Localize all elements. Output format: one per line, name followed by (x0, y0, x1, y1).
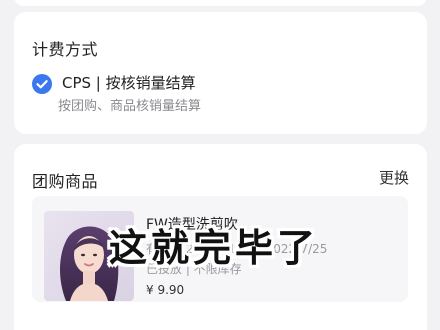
page: 计费方式 CPS | 按核销量结算 按团购、商品核销量结算 团购商品 更换 FW… (0, 0, 440, 330)
billing-title: 计费方式 (32, 40, 99, 59)
top-card (14, 0, 427, 6)
video-caption-overlay: 这就完毕了 (109, 226, 320, 270)
billing-card: 计费方式 CPS | 按核销量结算 按团购、商品核销量结算 (14, 12, 427, 134)
billing-option-description: 按团购、商品核销量结算 (58, 99, 202, 114)
billing-option-label[interactable]: CPS | 按核销量结算 (62, 72, 196, 93)
product-section-title: 团购商品 (32, 172, 99, 191)
checkmark-icon[interactable] (32, 74, 52, 94)
product-price: ¥ 9.90 (146, 283, 185, 297)
change-button[interactable]: 更换 (379, 167, 409, 188)
